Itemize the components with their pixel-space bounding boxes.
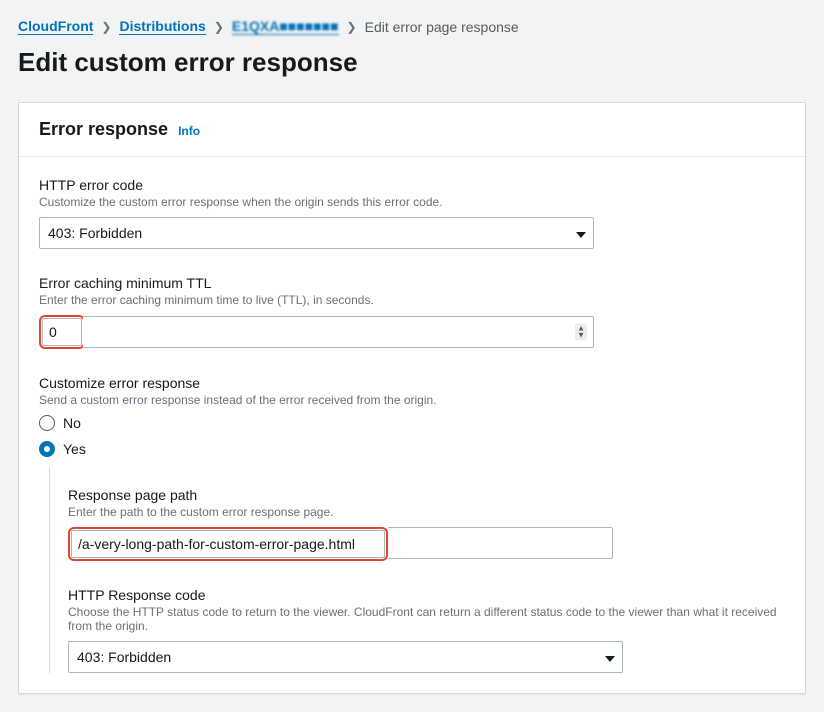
field-label: HTTP error code <box>39 177 785 193</box>
radio-label: No <box>63 415 81 431</box>
http-error-code-select[interactable]: 403: Forbidden <box>39 217 594 249</box>
field-help: Customize the custom error response when… <box>39 195 785 209</box>
radio-yes[interactable]: Yes <box>39 441 785 457</box>
number-stepper-icon[interactable]: ▲▼ <box>575 324 587 341</box>
field-label: Error caching minimum TTL <box>39 275 785 291</box>
http-response-code-field: HTTP Response code Choose the HTTP statu… <box>68 587 785 673</box>
panel-title: Error response <box>39 119 168 140</box>
page-title: Edit custom error response <box>18 47 806 78</box>
field-help: Choose the HTTP status code to return to… <box>68 605 785 633</box>
field-help: Send a custom error response instead of … <box>39 393 785 407</box>
radio-icon <box>39 415 55 431</box>
field-help: Enter the error caching minimum time to … <box>39 293 785 307</box>
breadcrumb-distribution-id[interactable]: E1QXA■■■■■■■ <box>232 18 339 35</box>
customize-error-response-field: Customize error response Send a custom e… <box>39 375 785 457</box>
breadcrumb: CloudFront ❯ Distributions ❯ E1QXA■■■■■■… <box>18 18 806 35</box>
breadcrumb-distributions[interactable]: Distributions <box>119 18 205 35</box>
panel-header: Error response Info <box>19 103 805 157</box>
radio-no[interactable]: No <box>39 415 785 431</box>
chevron-right-icon: ❯ <box>101 20 111 34</box>
error-response-panel: Error response Info HTTP error code Cust… <box>18 102 806 694</box>
response-page-path-input[interactable] <box>71 530 385 558</box>
response-page-path-field: Response page path Enter the path to the… <box>68 487 785 561</box>
panel-body: HTTP error code Customize the custom err… <box>19 157 805 693</box>
chevron-right-icon: ❯ <box>214 20 224 34</box>
info-link[interactable]: Info <box>178 124 200 138</box>
breadcrumb-cloudfront[interactable]: CloudFront <box>18 18 93 35</box>
radio-label: Yes <box>63 441 86 457</box>
http-response-code-select[interactable]: 403: Forbidden <box>68 641 623 673</box>
http-error-code-field: HTTP error code Customize the custom err… <box>39 177 785 249</box>
field-label: Customize error response <box>39 375 785 391</box>
field-help: Enter the path to the custom error respo… <box>68 505 785 519</box>
error-caching-ttl-field: Error caching minimum TTL Enter the erro… <box>39 275 785 349</box>
field-label: HTTP Response code <box>68 587 785 603</box>
customize-nested-section: Response page path Enter the path to the… <box>49 467 785 673</box>
chevron-right-icon: ❯ <box>347 20 357 34</box>
field-label: Response page path <box>68 487 785 503</box>
ttl-input[interactable] <box>42 318 82 346</box>
breadcrumb-current: Edit error page response <box>365 19 519 35</box>
radio-icon-selected <box>39 441 55 457</box>
